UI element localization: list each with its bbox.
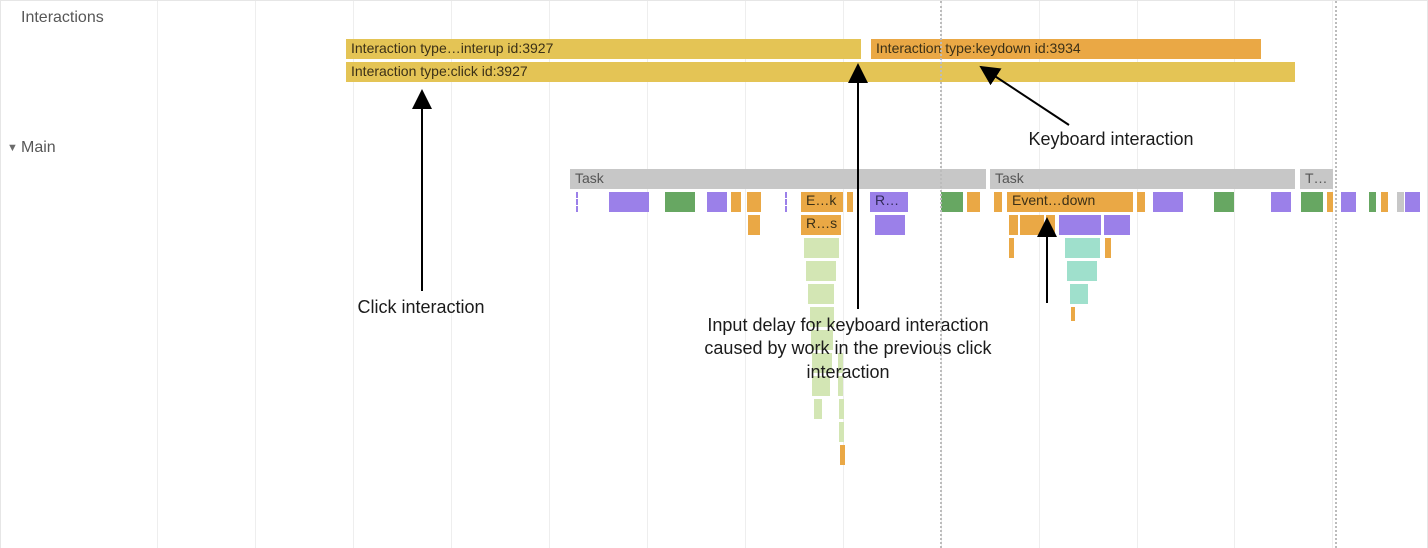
- flame-chip[interactable]: [1071, 307, 1075, 321]
- gridline: [353, 1, 354, 548]
- annotation-keyboard: Keyboard interaction: [1001, 128, 1221, 151]
- gridline: [647, 1, 648, 548]
- flame-chip[interactable]: [839, 422, 844, 442]
- flame-chip[interactable]: [1369, 192, 1376, 212]
- time-marker: [1335, 1, 1337, 548]
- annotation-delay: Input delay for keyboard interaction cau…: [698, 314, 998, 384]
- flame-chip[interactable]: [1381, 192, 1388, 212]
- flame-chip[interactable]: [967, 192, 980, 212]
- flame-chip[interactable]: [804, 238, 839, 258]
- gridline: [451, 1, 452, 548]
- gridline: [745, 1, 746, 548]
- flame-chip[interactable]: [875, 215, 905, 235]
- flame-event-down[interactable]: Event…down: [1007, 192, 1133, 212]
- flame-chip[interactable]: [808, 284, 834, 304]
- flame-chip[interactable]: [1009, 215, 1018, 235]
- flame-chip[interactable]: [1065, 238, 1100, 258]
- flame-chip[interactable]: [1105, 238, 1111, 258]
- interaction-bar-pointerup[interactable]: Interaction type…interup id:3927: [346, 39, 861, 59]
- flame-chip[interactable]: [1327, 192, 1333, 212]
- gridline: [843, 1, 844, 548]
- flame-chip[interactable]: [1104, 215, 1130, 235]
- flame-chip[interactable]: [1271, 192, 1291, 212]
- flame-chip[interactable]: [1046, 215, 1055, 235]
- gridline: [1137, 1, 1138, 548]
- flame-chip[interactable]: [1214, 192, 1234, 212]
- task-bar-3[interactable]: T…: [1300, 169, 1333, 189]
- flame-chip[interactable]: [840, 445, 845, 465]
- flame-chip[interactable]: [1067, 261, 1097, 281]
- flame-chip[interactable]: [747, 192, 761, 212]
- timeline-panel[interactable]: Interactions ▼ Main Interaction type…int…: [0, 0, 1428, 548]
- chevron-down-icon[interactable]: ▼: [7, 142, 18, 154]
- flame-event-rs[interactable]: R…s: [801, 215, 841, 235]
- time-marker: [940, 1, 942, 548]
- flame-chip[interactable]: [1397, 192, 1404, 212]
- gridline: [549, 1, 550, 548]
- annotation-click: Click interaction: [331, 296, 511, 319]
- task-bar-1[interactable]: Task: [570, 169, 986, 189]
- flame-chip[interactable]: [941, 192, 963, 212]
- flame-chip[interactable]: [839, 399, 844, 419]
- flame-chip[interactable]: [1070, 284, 1088, 304]
- gridline: [255, 1, 256, 548]
- flame-chip[interactable]: [1059, 215, 1101, 235]
- annotation-arrows: [1, 1, 1428, 548]
- flame-chip[interactable]: [707, 192, 727, 212]
- flame-chip[interactable]: [785, 192, 787, 212]
- flame-chip[interactable]: [576, 192, 578, 212]
- gridline: [157, 1, 158, 548]
- track-label-main: Main: [21, 139, 56, 157]
- flame-chip[interactable]: [847, 192, 853, 212]
- flame-chip[interactable]: [1020, 215, 1044, 235]
- interaction-bar-click[interactable]: Interaction type:click id:3927: [346, 62, 1295, 82]
- flame-chip[interactable]: [1137, 192, 1145, 212]
- flame-chip[interactable]: [1301, 192, 1323, 212]
- flame-chip[interactable]: [748, 215, 760, 235]
- interaction-bar-keydown[interactable]: Interaction type:keydown id:3934: [871, 39, 1261, 59]
- flame-event-r[interactable]: R…: [870, 192, 908, 212]
- flame-chip[interactable]: [731, 192, 741, 212]
- flame-chip[interactable]: [1341, 192, 1356, 212]
- task-bar-2[interactable]: Task: [990, 169, 1295, 189]
- flame-chip[interactable]: [665, 192, 695, 212]
- flame-chip[interactable]: [1153, 192, 1183, 212]
- flame-chip[interactable]: [806, 261, 836, 281]
- gridline: [1234, 1, 1235, 548]
- flame-chip[interactable]: [1009, 238, 1014, 258]
- flame-chip[interactable]: [814, 399, 822, 419]
- flame-event-ek[interactable]: E…k: [801, 192, 843, 212]
- gridline: [1039, 1, 1040, 548]
- track-label-interactions: Interactions: [21, 9, 104, 27]
- flame-chip[interactable]: [1405, 192, 1420, 212]
- flame-chip[interactable]: [609, 192, 649, 212]
- flame-chip[interactable]: [994, 192, 1002, 212]
- gridline: [1332, 1, 1333, 548]
